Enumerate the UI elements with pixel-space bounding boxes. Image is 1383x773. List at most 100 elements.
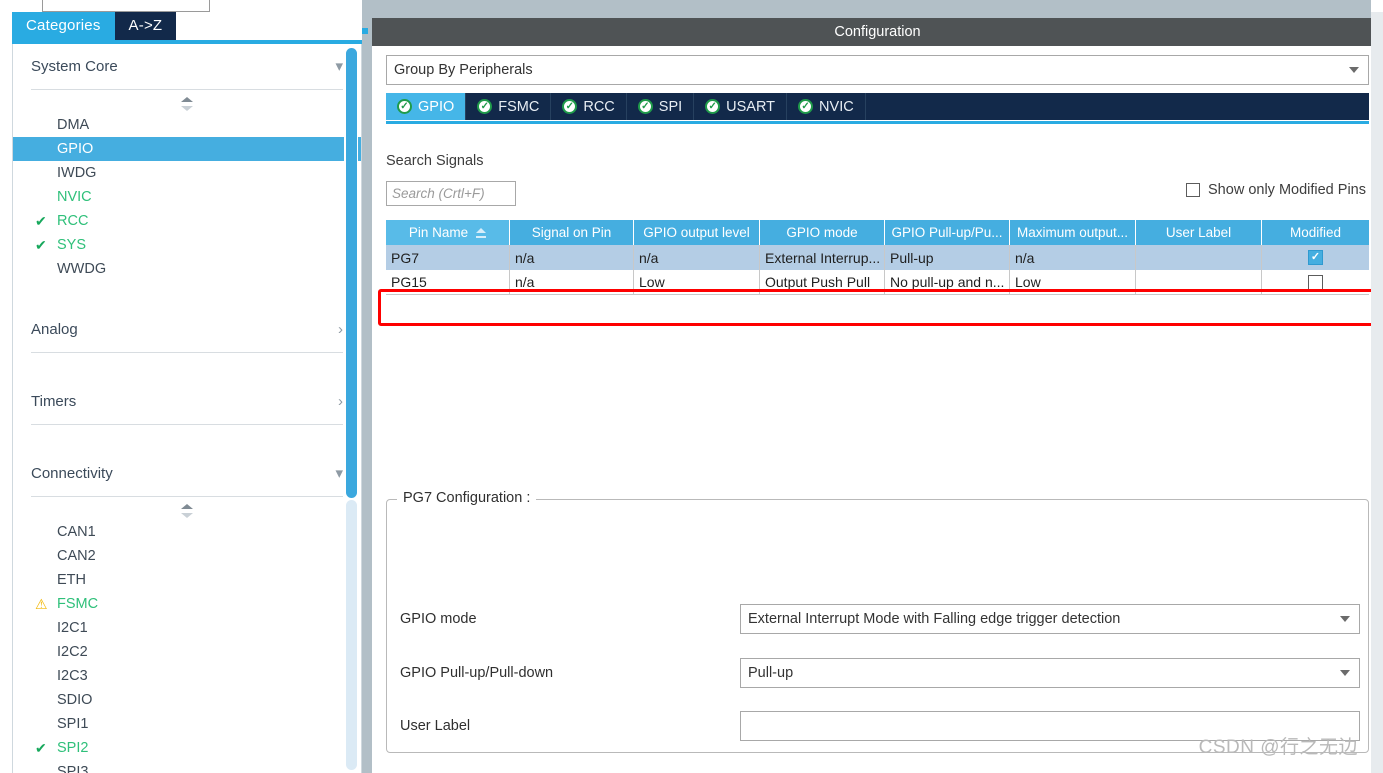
chevron-down-icon: ▾ [335, 58, 343, 75]
sidebar-top-input[interactable] [42, 0, 210, 12]
list-item-label: NVIC [57, 189, 92, 205]
table-header-row: Pin Name Signal on Pin GPIO output level… [386, 220, 1369, 245]
tab-label: GPIO [418, 98, 455, 115]
list-item-label: DMA [57, 117, 90, 133]
search-input[interactable] [386, 181, 516, 206]
list-item[interactable]: ✔ RCC [13, 209, 361, 233]
cell-maximum-output: Low [1010, 270, 1136, 294]
group-header-timers[interactable]: Timers › [31, 379, 343, 425]
group-by-select[interactable]: Group By Peripherals [386, 55, 1369, 85]
peripheral-tab-bar: ✓ GPIO ✓ FSMC ✓ RCC ✓ SPI ✓ USART ✓ NVIC [386, 93, 1369, 120]
table-row[interactable]: PG15 n/a Low Output Push Pull No pull-up… [386, 270, 1369, 295]
column-label: Pin Name [408, 225, 469, 240]
list-item[interactable]: CAN2 [13, 544, 361, 568]
cell-modified[interactable] [1262, 270, 1369, 294]
page-title: Configuration [834, 24, 921, 40]
list-item[interactable]: DMA [13, 113, 361, 137]
tab-gpio[interactable]: ✓ GPIO [386, 93, 467, 120]
gpio-mode-select[interactable]: External Interrupt Mode with Falling edg… [740, 604, 1360, 634]
list-item[interactable]: I2C2 [13, 640, 361, 664]
panel-title-bar: Configuration [372, 18, 1383, 46]
list-item-label: SDIO [57, 692, 93, 708]
column-label: Modified [1289, 225, 1342, 240]
tab-rcc[interactable]: ✓ RCC [551, 93, 627, 120]
column-label: User Label [1165, 225, 1232, 240]
list-item[interactable]: SPI1 [13, 712, 361, 736]
list-item[interactable]: IWDG [13, 161, 361, 185]
list-item-label: I2C1 [57, 620, 88, 636]
column-header-gpio-pull-up-pull-down[interactable]: GPIO Pull-up/Pu... [885, 220, 1010, 245]
list-item[interactable]: CAN1 [13, 520, 361, 544]
column-header-signal-on-pin[interactable]: Signal on Pin [510, 220, 634, 245]
list-item[interactable]: I2C1 [13, 616, 361, 640]
field-label: User Label [400, 718, 471, 734]
sidebar-item-gpio[interactable]: GPIO [13, 137, 361, 161]
column-header-gpio-mode[interactable]: GPIO mode [760, 220, 885, 245]
green-check-circle-icon: ✓ [477, 99, 493, 114]
checkbox-label: Show only Modified Pins [1208, 182, 1366, 198]
check-icon: ✔ [35, 213, 47, 229]
list-item[interactable]: SDIO [13, 688, 361, 712]
cell-user-label [1136, 245, 1262, 270]
column-header-user-label[interactable]: User Label [1136, 220, 1262, 245]
sidebar-scrollbar-lower[interactable] [346, 500, 357, 770]
gpio-pull-select[interactable]: Pull-up [740, 658, 1360, 688]
check-icon: ✔ [35, 237, 47, 253]
column-header-modified[interactable]: Modified [1262, 220, 1369, 245]
checkbox-box [1186, 183, 1201, 197]
chevron-down-icon [1349, 67, 1359, 73]
group-header-analog[interactable]: Analog › [31, 307, 343, 353]
list-item[interactable]: NVIC [13, 185, 361, 209]
green-check-circle-icon: ✓ [705, 99, 721, 114]
scroll-spinner-icon[interactable] [179, 504, 195, 518]
list-item[interactable]: ✔ SYS [13, 233, 361, 257]
group-header-system-core[interactable]: System Core ▾ [31, 44, 343, 90]
tab-nvic[interactable]: ✓ NVIC [787, 93, 866, 120]
chevron-down-icon [1340, 670, 1350, 676]
checkbox-checked-icon: ✓ [1308, 250, 1323, 265]
tab-label: SPI [658, 98, 683, 115]
column-header-gpio-output-level[interactable]: GPIO output level [634, 220, 760, 245]
panel-accent-marker [362, 28, 368, 34]
sort-ascending-icon [476, 227, 487, 239]
list-item-label: SYS [57, 237, 87, 253]
tab-usart[interactable]: ✓ USART [694, 93, 788, 120]
cell-gpio-output-level: Low [634, 270, 760, 294]
group-by-value: Group By Peripherals [394, 62, 533, 78]
column-header-maximum-output[interactable]: Maximum output... [1010, 220, 1136, 245]
list-item[interactable]: SPI3 [13, 760, 361, 773]
list-item-label: GPIO [57, 141, 94, 157]
group-header-connectivity[interactable]: Connectivity ▾ [31, 451, 343, 497]
table-row[interactable]: PG7 n/a n/a External Interrup... Pull-up… [386, 245, 1369, 270]
tab-label: NVIC [819, 98, 854, 115]
show-only-modified-pins-checkbox[interactable]: Show only Modified Pins [1186, 182, 1366, 198]
column-header-pin-name[interactable]: Pin Name [386, 220, 510, 245]
list-item[interactable]: ETH [13, 568, 361, 592]
list-item-label: SPI3 [57, 764, 89, 773]
window-right-edge [1371, 0, 1383, 773]
tab-fsmc[interactable]: ✓ FSMC [466, 93, 552, 120]
scroll-spinner-icon[interactable] [179, 97, 195, 111]
list-item[interactable]: WWDG [13, 257, 361, 281]
cell-gpio-mode: External Interrup... [760, 245, 885, 270]
green-check-circle-icon: ✓ [798, 99, 814, 114]
column-label: GPIO output level [643, 225, 750, 240]
gpio-mode-value: External Interrupt Mode with Falling edg… [748, 611, 1121, 627]
field-row-gpio-pull-up-pull-down: GPIO Pull-up/Pull-down Pull-up [387, 658, 1368, 688]
peripheral-list-connectivity: CAN1 CAN2 ETH ⚠ FSMC I2C1 I2C2 I2C3 SDIO … [13, 520, 361, 773]
sidebar-scrollbar-thumb[interactable] [346, 48, 357, 498]
sidebar-item-fsmc[interactable]: ⚠ FSMC [13, 592, 361, 616]
tab-categories[interactable]: Categories [12, 12, 115, 40]
cell-maximum-output: n/a [1010, 245, 1136, 270]
tab-a-to-z[interactable]: A->Z [114, 12, 177, 40]
cell-gpio-mode: Output Push Pull [760, 270, 885, 294]
cell-modified[interactable]: ✓ [1262, 245, 1369, 270]
field-label: GPIO mode [400, 611, 477, 627]
list-item-label: SPI2 [57, 740, 89, 756]
sidebar-item-spi2[interactable]: ✔ SPI2 [13, 736, 361, 760]
right-edge-corner [1371, 0, 1383, 12]
cell-signal-on-pin: n/a [510, 245, 634, 270]
tab-spi[interactable]: ✓ SPI [627, 93, 695, 120]
pin-configuration-legend: PG7 Configuration : [397, 490, 537, 506]
list-item[interactable]: I2C3 [13, 664, 361, 688]
